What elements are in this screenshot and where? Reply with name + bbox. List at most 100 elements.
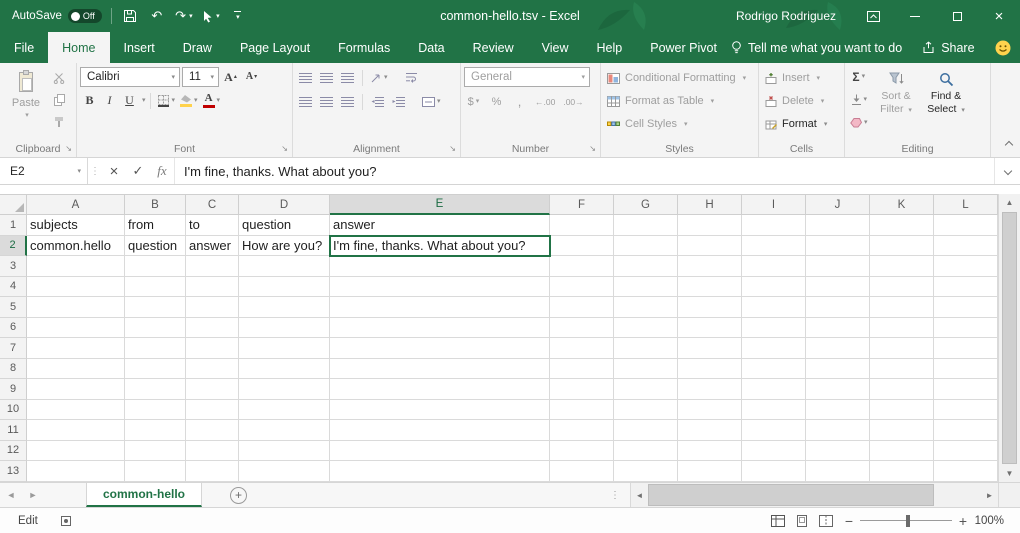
column-header-L[interactable]: L — [934, 195, 998, 215]
redo-button[interactable]: ↷▾ — [175, 4, 193, 28]
cell-H2[interactable] — [678, 236, 742, 257]
insert-cells-button[interactable]: Insert▾ — [762, 68, 823, 88]
cell-B3[interactable] — [125, 256, 186, 277]
column-header-C[interactable]: C — [186, 195, 239, 215]
column-header-K[interactable]: K — [870, 195, 934, 215]
row-header-4[interactable]: 4 — [0, 277, 27, 298]
column-header-E[interactable]: E — [330, 195, 550, 215]
cell-I9[interactable] — [742, 379, 806, 400]
column-header-F[interactable]: F — [550, 195, 614, 215]
borders-dropdown-icon[interactable]: ▾ — [172, 97, 176, 104]
tab-page-layout[interactable]: Page Layout — [226, 32, 324, 63]
merge-center-button[interactable]: ▾ — [420, 92, 443, 111]
cell-H13[interactable] — [678, 461, 742, 482]
cell-H5[interactable] — [678, 297, 742, 318]
cell-C6[interactable] — [186, 318, 239, 339]
cell-C9[interactable] — [186, 379, 239, 400]
cell-F4[interactable] — [550, 277, 614, 298]
cell-D6[interactable] — [239, 318, 330, 339]
cell-D3[interactable] — [239, 256, 330, 277]
cell-I4[interactable] — [742, 277, 806, 298]
cell-G2[interactable] — [614, 236, 678, 257]
select-all-button[interactable] — [0, 195, 27, 215]
horizontal-scrollbar[interactable]: ◄ ► — [630, 483, 998, 507]
macro-record-button[interactable] — [60, 515, 72, 527]
cell-B12[interactable] — [125, 441, 186, 462]
cut-button[interactable] — [49, 68, 68, 87]
cell-F1[interactable] — [550, 215, 614, 236]
cell-F11[interactable] — [550, 420, 614, 441]
find-select-button[interactable]: Find &Select ▾ — [923, 67, 970, 115]
cell-C13[interactable] — [186, 461, 239, 482]
cell-I2[interactable] — [742, 236, 806, 257]
scroll-up-icon[interactable]: ▲ — [999, 194, 1020, 211]
cell-E6[interactable] — [330, 318, 550, 339]
cell-E9[interactable] — [330, 379, 550, 400]
cell-D7[interactable] — [239, 338, 330, 359]
insert-function-button[interactable]: fx — [150, 158, 174, 184]
column-header-A[interactable]: A — [27, 195, 125, 215]
sort-filter-button[interactable]: Sort &Filter ▾ — [873, 67, 920, 115]
cell-C11[interactable] — [186, 420, 239, 441]
cell-H9[interactable] — [678, 379, 742, 400]
italic-button[interactable]: I — [100, 91, 119, 110]
align-top-button[interactable] — [296, 68, 315, 87]
cell-H10[interactable] — [678, 400, 742, 421]
undo-button[interactable]: ↶ — [148, 4, 166, 28]
cell-L11[interactable] — [934, 420, 998, 441]
orientation-button[interactable]: ▾ — [368, 68, 390, 87]
cell-E3[interactable] — [330, 256, 550, 277]
row-header-5[interactable]: 5 — [0, 297, 27, 318]
cell-I6[interactable] — [742, 318, 806, 339]
cell-F10[interactable] — [550, 400, 614, 421]
name-box[interactable]: E2 ▾ — [0, 158, 88, 184]
cell-G1[interactable] — [614, 215, 678, 236]
zoom-level[interactable]: 100% — [974, 515, 1020, 527]
cell-G8[interactable] — [614, 359, 678, 380]
cell-L5[interactable] — [934, 297, 998, 318]
cell-H7[interactable] — [678, 338, 742, 359]
cell-E7[interactable] — [330, 338, 550, 359]
cell-J13[interactable] — [806, 461, 870, 482]
tab-view[interactable]: View — [528, 32, 583, 63]
cell-C5[interactable] — [186, 297, 239, 318]
align-bottom-button[interactable] — [338, 68, 357, 87]
cell-H12[interactable] — [678, 441, 742, 462]
tab-file[interactable]: File — [0, 32, 48, 63]
cell-D5[interactable] — [239, 297, 330, 318]
sheet-nav-right-icon[interactable]: ► — [22, 483, 44, 507]
column-header-I[interactable]: I — [742, 195, 806, 215]
cell-E2[interactable]: I'm fine, thanks. What about you? — [330, 236, 550, 257]
borders-button[interactable]: ▾ — [155, 91, 178, 110]
tab-review[interactable]: Review — [459, 32, 528, 63]
align-center-button[interactable] — [317, 92, 336, 111]
paste-button[interactable]: Paste ▾ — [3, 65, 49, 137]
cell-L2[interactable] — [934, 236, 998, 257]
scroll-right-icon[interactable]: ► — [981, 483, 998, 507]
row-header-10[interactable]: 10 — [0, 400, 27, 421]
fill-color-button[interactable]: ▾ — [178, 91, 200, 110]
format-cells-button[interactable]: Format▾ — [762, 114, 830, 134]
name-box-dropdown-icon[interactable]: ▾ — [77, 168, 81, 175]
cell-J11[interactable] — [806, 420, 870, 441]
cell-C3[interactable] — [186, 256, 239, 277]
column-header-J[interactable]: J — [806, 195, 870, 215]
increase-decimal-button[interactable]: ←.00 — [533, 92, 557, 111]
zoom-slider[interactable] — [860, 514, 952, 528]
cell-K8[interactable] — [870, 359, 934, 380]
decrease-font-size-button[interactable]: A▾ — [242, 68, 261, 87]
cell-L3[interactable] — [934, 256, 998, 277]
cell-D13[interactable] — [239, 461, 330, 482]
touch-mouse-mode-button[interactable]: ▾ — [202, 4, 220, 28]
tab-draw[interactable]: Draw — [169, 32, 226, 63]
cell-B4[interactable] — [125, 277, 186, 298]
cell-I1[interactable] — [742, 215, 806, 236]
cell-styles-button[interactable]: Cell Styles▾ — [604, 114, 690, 134]
cell-E10[interactable] — [330, 400, 550, 421]
cell-A13[interactable] — [27, 461, 125, 482]
cell-B13[interactable] — [125, 461, 186, 482]
cell-B7[interactable] — [125, 338, 186, 359]
cell-F7[interactable] — [550, 338, 614, 359]
row-header-12[interactable]: 12 — [0, 441, 27, 462]
cell-B1[interactable]: from — [125, 215, 186, 236]
